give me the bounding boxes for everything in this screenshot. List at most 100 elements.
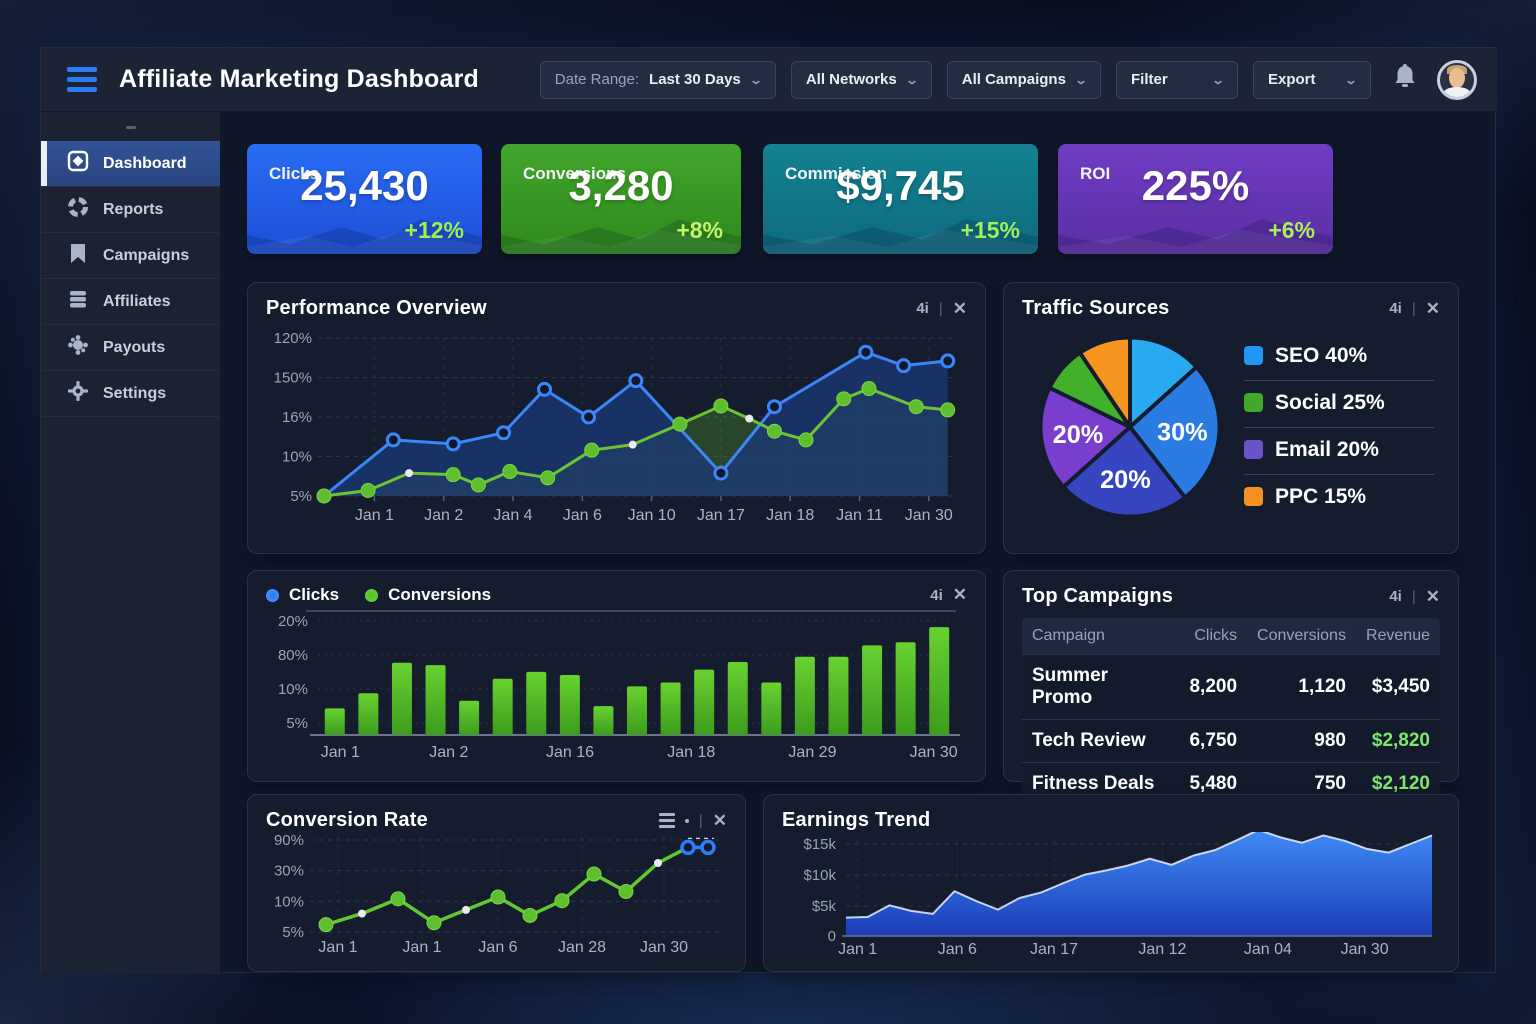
legend-label: SEO 40% xyxy=(1275,344,1367,368)
svg-text:Jan 2: Jan 2 xyxy=(429,744,468,761)
svg-text:20%: 20% xyxy=(1053,421,1104,449)
conversions-value: 980 xyxy=(1247,720,1356,763)
campaign-name: Tech Review xyxy=(1022,720,1179,763)
legend-swatch xyxy=(1244,487,1263,506)
legend-item-seo[interactable]: SEO 40% xyxy=(1244,334,1434,381)
date-range-value: Last 30 Days xyxy=(649,71,741,88)
header-controls: Date Range: Last 30 Days ⌄ All Networks … xyxy=(540,60,1477,100)
svg-text:Jan 16: Jan 16 xyxy=(546,744,594,761)
svg-text:Jan 1: Jan 1 xyxy=(402,939,441,954)
kpi-card-roi[interactable]: ROI225%+6% xyxy=(1058,144,1333,254)
svg-text:Jan 18: Jan 18 xyxy=(667,744,715,761)
svg-text:30%: 30% xyxy=(1157,418,1208,446)
svg-text:Jan 11: Jan 11 xyxy=(836,507,883,524)
panel-options-icon[interactable]: 4i xyxy=(1389,300,1402,317)
chevron-down-icon: ⌄ xyxy=(905,73,919,87)
svg-text:10%: 10% xyxy=(274,893,304,910)
svg-text:5%: 5% xyxy=(282,924,304,941)
legend-dot xyxy=(365,589,378,602)
panel-options-icon[interactable]: 4i xyxy=(1389,588,1402,605)
svg-text:5%: 5% xyxy=(286,715,308,732)
clicks-conversions-panel: ClicksConversions 4i ✕ 20%80%10%5%Jan 1J… xyxy=(247,570,986,782)
svg-text:Jan 17: Jan 17 xyxy=(1030,941,1078,954)
sidebar-item-campaigns[interactable]: Campaigns xyxy=(41,233,220,279)
kpi-value: $9,745 xyxy=(763,162,1038,210)
kpi-card-commission[interactable]: Commission$9,745+15% xyxy=(763,144,1038,254)
filter-button[interactable]: Filter ⌄ xyxy=(1116,61,1238,99)
settings-icon xyxy=(67,380,89,407)
panel-title: Top Campaigns xyxy=(1022,585,1173,608)
chevron-down-icon: ⌄ xyxy=(749,73,763,87)
campaigns-dropdown[interactable]: All Campaigns ⌄ xyxy=(947,61,1101,99)
sidebar-item-payouts[interactable]: Payouts xyxy=(41,325,220,371)
user-avatar[interactable] xyxy=(1437,60,1477,100)
svg-text:Jan 30: Jan 30 xyxy=(640,939,688,954)
date-range-dropdown[interactable]: Date Range: Last 30 Days ⌄ xyxy=(540,61,776,99)
kpi-delta: +15% xyxy=(961,217,1020,244)
legend-label: Conversions xyxy=(388,585,491,605)
close-icon[interactable]: ✕ xyxy=(1426,587,1440,607)
hamburger-menu-icon[interactable] xyxy=(67,67,97,92)
svg-text:120%: 120% xyxy=(274,330,312,347)
sidebar-item-settings[interactable]: Settings xyxy=(41,371,220,417)
kpi-card-conversions[interactable]: Conversions3,280+8% xyxy=(501,144,741,254)
svg-text:Jan 30: Jan 30 xyxy=(910,744,958,761)
chevron-down-icon: ⌄ xyxy=(1074,73,1088,87)
svg-text:Jan 30: Jan 30 xyxy=(1341,941,1389,954)
export-button[interactable]: Export ⌄ xyxy=(1253,61,1371,99)
panel-title: Conversion Rate xyxy=(266,809,428,832)
notifications-bell-icon[interactable] xyxy=(1392,63,1418,96)
svg-text:Jan 28: Jan 28 xyxy=(558,939,606,954)
earnings-area-chart: $15k$10k$5k0Jan 1Jan 6Jan 17Jan 12Jan 04… xyxy=(782,832,1440,954)
sidebar-item-label: Campaigns xyxy=(103,247,189,265)
column-header-campaign[interactable]: Campaign xyxy=(1022,618,1179,655)
column-header-clicks[interactable]: Clicks xyxy=(1179,618,1247,655)
legend-item-clicks[interactable]: Clicks xyxy=(266,585,339,605)
sidebar-item-reports[interactable]: Reports xyxy=(41,187,220,233)
panel-options-icon[interactable]: 4i xyxy=(930,587,943,604)
traffic-pie-chart: 30%20%20% xyxy=(1022,320,1238,534)
networks-dropdown[interactable]: All Networks ⌄ xyxy=(791,61,932,99)
svg-text:5%: 5% xyxy=(290,488,312,505)
panel-options-icon[interactable]: 4i xyxy=(916,300,929,317)
sidebar-item-affiliates[interactable]: Affiliates xyxy=(41,279,220,325)
legend-item-conversions[interactable]: Conversions xyxy=(365,585,491,605)
legend-item-email[interactable]: Email 20% xyxy=(1244,428,1434,475)
sidebar-nav: DashboardReports Campaigns AffiliatesPayou… xyxy=(41,112,221,974)
close-icon[interactable]: ✕ xyxy=(1426,299,1440,319)
svg-text:$5k: $5k xyxy=(812,898,837,915)
legend-item-ppc[interactable]: PPC 15% xyxy=(1244,475,1434,521)
chevron-down-icon: ⌄ xyxy=(1211,73,1225,87)
kpi-card-clicks[interactable]: Clicks25,430+12% xyxy=(247,144,482,254)
legend-label: Clicks xyxy=(289,585,339,605)
revenue-value: $3,450 xyxy=(1356,655,1440,720)
column-header-revenue[interactable]: Revenue xyxy=(1356,618,1440,655)
legend-dot xyxy=(266,589,279,602)
divider: | xyxy=(1412,588,1416,605)
svg-text:Jan 6: Jan 6 xyxy=(563,507,602,524)
kpi-delta: +8% xyxy=(676,217,723,244)
panel-menu-icon[interactable] xyxy=(659,813,675,828)
legend-label: PPC 15% xyxy=(1275,485,1366,509)
svg-text:Jan 29: Jan 29 xyxy=(788,744,836,761)
close-icon[interactable]: ✕ xyxy=(713,811,727,831)
svg-text:Jan 1: Jan 1 xyxy=(318,939,357,954)
column-header-conversions[interactable]: Conversions xyxy=(1247,618,1356,655)
svg-text:10%: 10% xyxy=(278,681,308,698)
sidebar-item-dashboard[interactable]: Dashboard xyxy=(41,141,220,187)
dashboard-icon xyxy=(67,150,89,177)
svg-text:Jan 2: Jan 2 xyxy=(424,507,463,524)
svg-text:Jan 1: Jan 1 xyxy=(355,507,394,524)
table-row[interactable]: Tech Review6,750980$2,820 xyxy=(1022,720,1440,763)
legend-label: Email 20% xyxy=(1275,438,1379,462)
legend-item-social[interactable]: Social 25% xyxy=(1244,381,1434,428)
performance-chart: 120%150%16%10%5%Jan 1Jan 2Jan 4Jan 6Jan … xyxy=(266,320,965,532)
close-icon[interactable]: ✕ xyxy=(953,585,967,605)
chevron-down-icon: ⌄ xyxy=(1344,73,1358,87)
close-icon[interactable]: ✕ xyxy=(953,299,967,319)
conversion-rate-panel: Conversion Rate | ✕ 90%30%10%5%Jan 1Jan … xyxy=(247,794,746,972)
svg-text:Jan 18: Jan 18 xyxy=(766,507,814,524)
divider: | xyxy=(1412,300,1416,317)
table-row[interactable]: Summer Promo8,2001,120$3,450 xyxy=(1022,655,1440,720)
svg-text:30%: 30% xyxy=(274,863,304,880)
